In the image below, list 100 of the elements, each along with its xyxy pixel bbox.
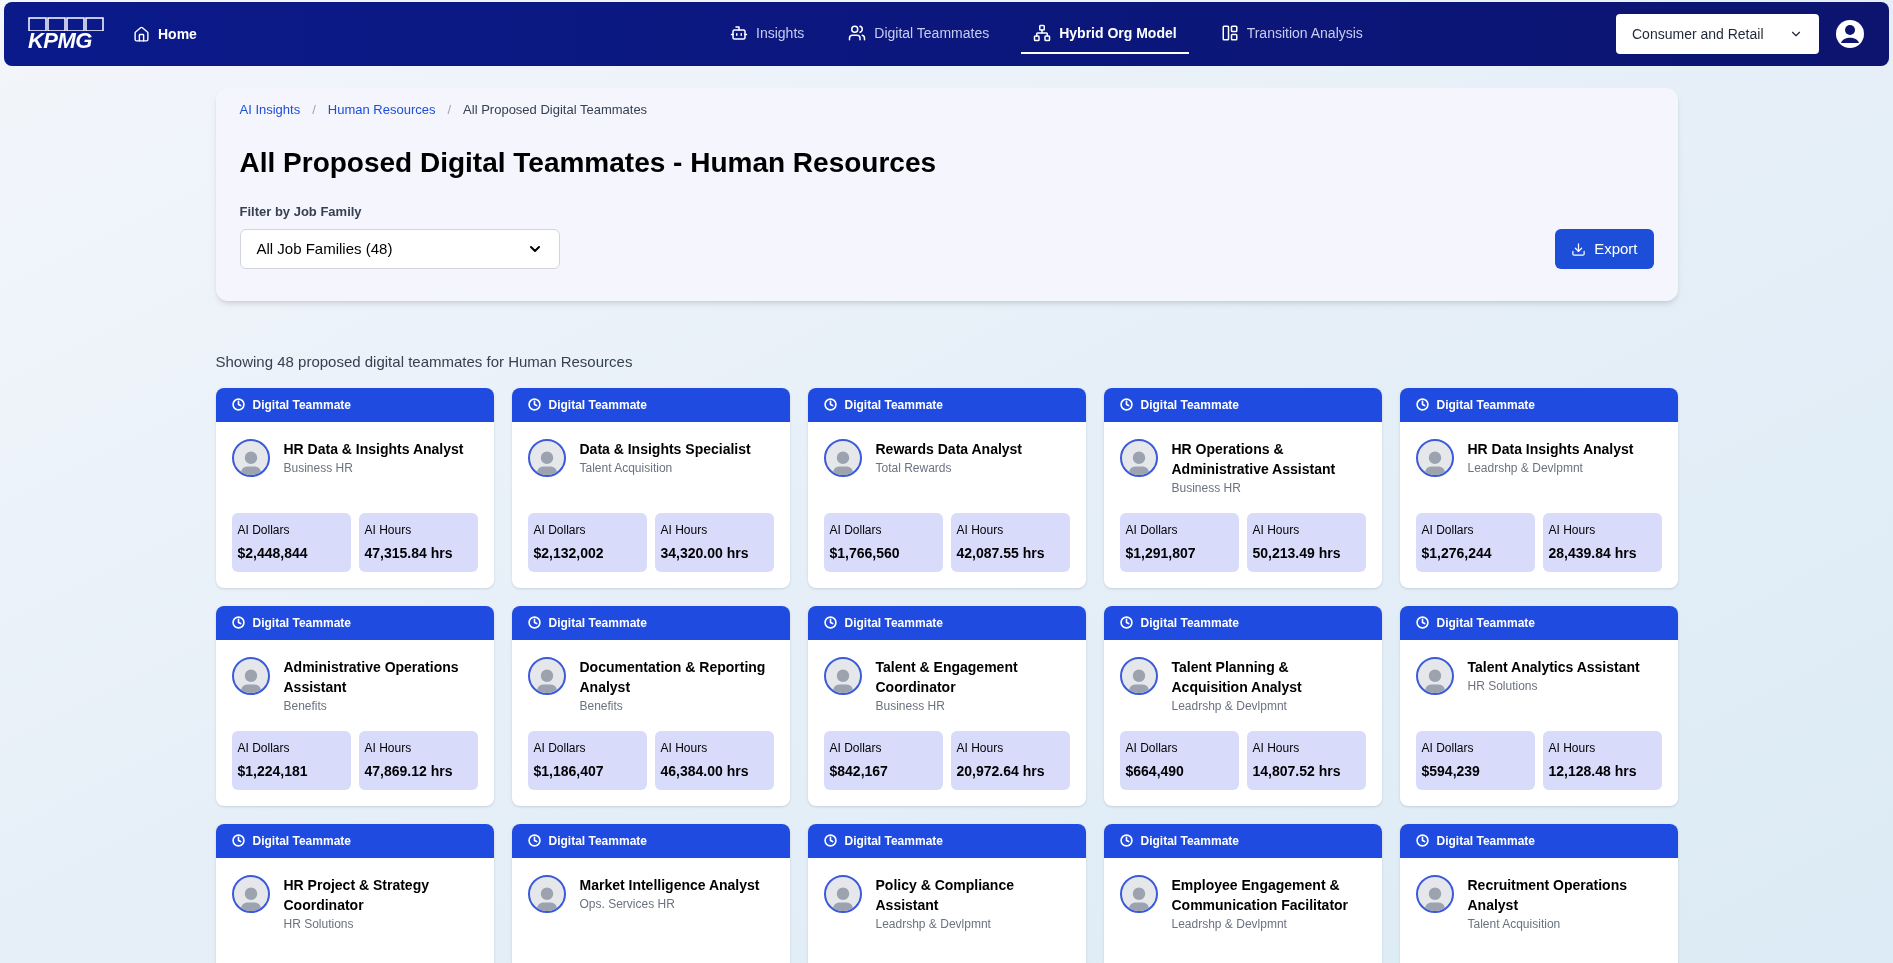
home-icon	[133, 25, 150, 43]
teammate-card[interactable]: Digital Teammate Talent Planning & Acquisition Analyst Leadrshp & Devlpmnt AI Dollars $664,490 AI Hours 14,807.52 hrs	[1103, 605, 1382, 806]
stat-label: AI Hours	[956, 739, 1005, 757]
job-family: Talent Acquisition	[579, 459, 674, 477]
card-type-label: Digital Teammate	[1436, 614, 1535, 632]
teammate-card[interactable]: Digital Teammate HR Operations & Administrative Assistant Business HR AI Dollars $1,291,807 AI Hours 50,213.49 hrs	[1103, 387, 1382, 588]
clock-icon	[1415, 398, 1429, 411]
stat-value: 47,869.12 hrs	[364, 761, 454, 781]
teammate-card[interactable]: Digital Teammate Talent & Engagement Coordinator Business HR AI Dollars $842,167 AI Hours 20,972.64 hrs	[807, 605, 1086, 806]
stat-value: 12,128.48 hrs	[1548, 761, 1638, 781]
nav-tab[interactable]: Hybrid Org Model	[1021, 14, 1189, 54]
job-family: HR Solutions	[1467, 677, 1539, 695]
avatar-placeholder	[1415, 656, 1454, 695]
stat-value: 46,384.00 hrs	[660, 761, 750, 781]
teammate-title: Talent & Engagement Coordinator	[875, 657, 1019, 697]
tab-icon	[848, 24, 867, 42]
teammate-card[interactable]: Digital Teammate Market Intelligence Analyst Ops. Services HR	[511, 823, 790, 963]
breadcrumb-link[interactable]: Human Resources	[327, 100, 436, 120]
avatar-placeholder	[527, 874, 566, 913]
avatar-placeholder	[231, 438, 270, 477]
avatar-placeholder	[823, 874, 862, 913]
job-family-select[interactable]: All Job Families (48)	[239, 229, 560, 269]
stat-value: 20,972.64 hrs	[956, 761, 1046, 781]
job-family: Business HR	[875, 697, 946, 715]
card-type-label: Digital Teammate	[1436, 396, 1535, 414]
avatar-placeholder	[823, 438, 862, 477]
clock-icon	[231, 834, 245, 847]
job-family: Total Rewards	[875, 459, 953, 477]
tab-icon	[1033, 24, 1052, 42]
breadcrumb-current: All Proposed Digital Teammates	[463, 101, 648, 119]
stat-value: 47,315.84 hrs	[364, 543, 454, 563]
teammate-title: HR Project & Strategy Coordinator	[283, 875, 430, 915]
job-family: Benefits	[283, 697, 328, 715]
teammate-card[interactable]: Digital Teammate Data & Insights Specialist Talent Acquisition AI Dollars $2,132,002 AI Hours 34,320.00 hrs	[511, 387, 790, 588]
stat-value: $1,766,560	[829, 543, 901, 563]
avatar-placeholder	[1119, 438, 1158, 477]
stat-value: $1,291,807	[1125, 543, 1197, 563]
card-type-label: Digital Teammate	[252, 832, 351, 850]
clock-icon	[823, 834, 837, 847]
teammate-card[interactable]: Digital Teammate Administrative Operations Assistant Benefits AI Dollars $1,224,181 AI Hours 47,869.12 hrs	[215, 605, 494, 806]
stat-label: AI Hours	[1548, 521, 1597, 539]
job-family: Talent Acquisition	[1467, 915, 1562, 933]
job-family: Business HR	[283, 459, 354, 477]
breadcrumb-separator: /	[447, 101, 452, 119]
breadcrumb-separator: /	[312, 101, 316, 119]
card-type-label: Digital Teammate	[844, 832, 943, 850]
avatar-placeholder	[1415, 874, 1454, 913]
clock-icon	[1415, 834, 1429, 847]
stat-label: AI Dollars	[829, 739, 883, 757]
nav-tab[interactable]: Insights	[718, 14, 817, 54]
teammate-title: Data & Insights Specialist	[579, 439, 751, 459]
clock-icon	[231, 616, 245, 629]
teammate-card[interactable]: Digital Teammate Talent Analytics Assistant HR Solutions AI Dollars $594,239 AI Hours 12,128.48 hrs	[1399, 605, 1678, 806]
stat-value: $2,448,844	[237, 543, 309, 563]
clock-icon	[823, 616, 837, 629]
home-link[interactable]: Home	[133, 23, 197, 45]
stat-value: 42,087.55 hrs	[956, 543, 1046, 563]
nav-tab[interactable]: Transition Analysis	[1208, 14, 1375, 54]
stat-value: 14,807.52 hrs	[1252, 761, 1342, 781]
clock-icon	[231, 398, 245, 411]
job-family: Leadrshp & Devlpmnt	[875, 915, 992, 933]
stat-label: AI Hours	[1252, 739, 1301, 757]
teammate-card[interactable]: Digital Teammate HR Data Insights Analyst Leadrshp & Devlpmnt AI Dollars $1,276,244 AI Hours 28,439.84 hrs	[1399, 387, 1678, 588]
nav-tab[interactable]: Digital Teammates	[836, 14, 1002, 54]
card-type-label: Digital Teammate	[548, 832, 647, 850]
teammate-card[interactable]: Digital Teammate HR Project & Strategy Coordinator HR Solutions	[215, 823, 494, 963]
industry-select[interactable]: Consumer and Retail	[1616, 14, 1819, 54]
card-type-label: Digital Teammate	[1140, 832, 1239, 850]
clock-icon	[1119, 398, 1133, 411]
breadcrumb-link[interactable]: AI Insights	[239, 100, 301, 120]
clock-icon	[823, 398, 837, 411]
teammate-title: Market Intelligence Analyst	[579, 875, 760, 895]
teammate-card[interactable]: Digital Teammate Rewards Data Analyst Total Rewards AI Dollars $1,766,560 AI Hours 42,087.55 hrs	[807, 387, 1086, 588]
results-summary: Showing 48 proposed digital teammates for Human Resources	[215, 352, 634, 372]
teammate-title: Rewards Data Analyst	[875, 439, 1023, 459]
stat-label: AI Hours	[1548, 739, 1597, 757]
teammate-card[interactable]: Digital Teammate Employee Engagement & Communication Facilitator Leadrshp & Devlpmnt	[1103, 823, 1382, 963]
card-type-label: Digital Teammate	[252, 396, 351, 414]
clock-icon	[527, 616, 541, 629]
avatar-placeholder	[527, 656, 566, 695]
teammate-title: Policy & Compliance Assistant	[875, 875, 1015, 915]
stat-value: $842,167	[829, 761, 889, 781]
teammate-title: Administrative Operations Assistant	[283, 657, 460, 697]
avatar-placeholder	[231, 874, 270, 913]
tab-icon	[730, 24, 749, 42]
user-avatar-icon[interactable]	[1835, 19, 1865, 49]
export-button[interactable]: Export	[1555, 229, 1654, 269]
teammate-card[interactable]: Digital Teammate Recruitment Operations Analyst Talent Acquisition	[1399, 823, 1678, 963]
stat-value: $594,239	[1421, 761, 1481, 781]
stat-label: AI Dollars	[1125, 521, 1179, 539]
job-family: Leadrshp & Devlpmnt	[1467, 459, 1584, 477]
teammate-title: Talent Analytics Assistant	[1467, 657, 1640, 677]
download-icon	[1571, 241, 1587, 257]
card-type-label: Digital Teammate	[1140, 396, 1239, 414]
teammate-card[interactable]: Digital Teammate Documentation & Reporting Analyst Benefits AI Dollars $1,186,407 AI Hours 46,384.00 hrs	[511, 605, 790, 806]
teammate-card[interactable]: Digital Teammate HR Data & Insights Analyst Business HR AI Dollars $2,448,844 AI Hours 47,315.84 hrs	[215, 387, 494, 588]
stat-value: $2,132,002	[533, 543, 605, 563]
avatar-placeholder	[527, 438, 566, 477]
teammate-card[interactable]: Digital Teammate Policy & Compliance Assistant Leadrshp & Devlpmnt	[807, 823, 1086, 963]
stat-value: 28,439.84 hrs	[1548, 543, 1638, 563]
